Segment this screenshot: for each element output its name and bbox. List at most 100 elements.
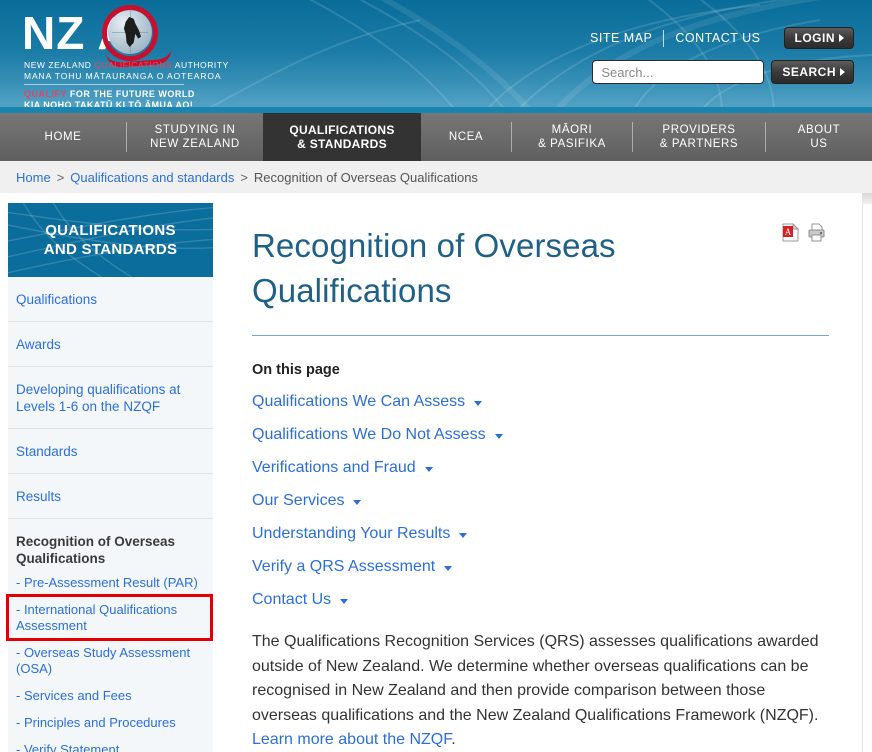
sidebar-item-results[interactable]: Results bbox=[8, 474, 213, 519]
sidebar-subitem-international-qualifications-assessment[interactable]: - International Qualifications Assessmen… bbox=[6, 594, 213, 641]
on-this-page-label: On this page bbox=[252, 362, 340, 378]
toc-link-qualifications-we-do-not-assess[interactable]: Qualifications We Do Not Assess bbox=[252, 426, 836, 444]
sidebar-subitem-principles-and-procedures[interactable]: - Principles and Procedures bbox=[8, 709, 213, 736]
print-icon[interactable] bbox=[808, 223, 825, 242]
contact-us-link[interactable]: CONTACT US bbox=[664, 31, 771, 45]
nav-label-line1: MĀORI bbox=[551, 124, 593, 136]
toc-label: Qualifications We Can Assess bbox=[252, 393, 466, 410]
logo-subtitle-pre: NEW ZEALAND bbox=[24, 60, 95, 70]
nav-label-line1: QUALIFICATIONS bbox=[289, 123, 395, 137]
nav-label-line2: & PASIFIKA bbox=[538, 138, 606, 150]
nav-label-line1: NCEA bbox=[448, 131, 484, 143]
toc-link-understanding-your-results[interactable]: Understanding Your Results bbox=[252, 525, 836, 543]
nav-label-line1: STUDYING IN bbox=[154, 124, 236, 136]
main-content: A Recognition of Overseas Qualifications… bbox=[222, 193, 872, 752]
header-utility-nav: SITE MAP CONTACT US LOGIN bbox=[579, 27, 854, 49]
nav-item-home[interactable]: HOME bbox=[0, 113, 126, 161]
logo-tagline-highlight: QUALIFY bbox=[24, 89, 67, 99]
login-button-label: LOGIN bbox=[794, 31, 835, 45]
sidebar-nav: Qualifications Awards Developing qualifi… bbox=[6, 277, 213, 752]
toc-link-verify-a-qrs-assessment[interactable]: Verify a QRS Assessment bbox=[252, 558, 836, 576]
main-navigation: HOME STUDYING IN NEW ZEALAND QUALIFICATI… bbox=[0, 113, 872, 161]
breadcrumb-current: Recognition of Overseas Qualifications bbox=[253, 169, 478, 185]
svg-text:A: A bbox=[785, 227, 792, 237]
nav-label-line1: PROVIDERS bbox=[662, 124, 736, 136]
breadcrumb-separator: > bbox=[240, 169, 248, 185]
toc-label: Verifications and Fraud bbox=[252, 459, 416, 476]
logo-subtitle-en: NEW ZEALAND QUALIFICATIONS AUTHORITY bbox=[24, 60, 229, 70]
sidebar-group-recognition-of-overseas-qualifications: Recognition of Overseas Qualifications bbox=[16, 534, 176, 566]
chevron-down-icon bbox=[494, 433, 503, 439]
toc-link-contact-us[interactable]: Contact Us bbox=[252, 591, 836, 609]
document-actions: A bbox=[782, 223, 825, 242]
search-button-label: SEARCH bbox=[782, 65, 836, 79]
logo-wordmark: NZ A bbox=[22, 5, 212, 69]
site-map-link[interactable]: SITE MAP bbox=[579, 31, 663, 45]
sidebar-subitem-services-and-fees[interactable]: - Services and Fees bbox=[8, 682, 213, 709]
toc-label: Qualifications We Do Not Assess bbox=[252, 426, 486, 443]
intro-paragraph: The Qualifications Recognition Services … bbox=[252, 630, 832, 752]
breadcrumb-separator: > bbox=[56, 169, 65, 185]
nav-item-maori-and-pasifika[interactable]: MĀORI & PASIFIKA bbox=[512, 113, 632, 161]
caret-right-icon bbox=[840, 68, 845, 76]
breadcrumb-link-section[interactable]: Qualifications and standards bbox=[70, 170, 234, 185]
site-header: NZ A NEW ZEALAND QUALIFICATIONS AUTHORIT… bbox=[0, 0, 872, 113]
nav-label-line2: & PARTNERS bbox=[659, 138, 739, 150]
login-button[interactable]: LOGIN bbox=[783, 27, 854, 49]
sidebar: QUALIFICATIONS AND STANDARDS Qualificati… bbox=[0, 193, 222, 752]
chevron-down-icon bbox=[340, 598, 349, 604]
chevron-down-icon bbox=[444, 565, 453, 571]
toc-label: Our Services bbox=[252, 492, 345, 509]
title-underline bbox=[252, 335, 829, 336]
pdf-icon[interactable]: A bbox=[782, 223, 799, 242]
nzqa-logo[interactable]: NZ A NEW ZEALAND QUALIFICATIONS AUTHORIT… bbox=[22, 5, 228, 110]
sidebar-header-title: QUALIFICATIONS AND STANDARDS bbox=[44, 221, 178, 259]
logo-tagline-rest: FOR THE FUTURE WORLD bbox=[66, 89, 195, 99]
sidebar-item-developing-qualifications[interactable]: Developing qualifications at Levels 1-6 … bbox=[8, 367, 213, 429]
sidebar-subitem-overseas-study-assessment[interactable]: - Overseas Study Assessment (OSA) bbox=[8, 639, 213, 682]
logo-subtitle-highlight: QUALIFICATIONS bbox=[94, 60, 173, 70]
chevron-down-icon bbox=[353, 499, 362, 505]
nav-item-ncea[interactable]: NCEA bbox=[421, 113, 511, 161]
intro-tail: . bbox=[451, 731, 456, 748]
sidebar-header-line1: QUALIFICATIONS bbox=[45, 222, 176, 239]
logo-subtitle-mi: MANA TOHU MĀTAURANGA O AOTEAROA bbox=[24, 71, 222, 81]
chevron-down-icon bbox=[424, 466, 433, 472]
nav-item-qualifications-and-standards[interactable]: QUALIFICATIONS & STANDARDS bbox=[263, 113, 421, 161]
sidebar-subitem-pre-assessment-result[interactable]: - Pre-Assessment Result (PAR) bbox=[8, 569, 213, 596]
toc-label: Contact Us bbox=[252, 591, 332, 608]
intro-text: The Qualifications Recognition Services … bbox=[252, 633, 819, 724]
sidebar-item-standards[interactable]: Standards bbox=[8, 429, 213, 474]
nav-label-line2: NEW ZEALAND bbox=[150, 138, 240, 150]
sidebar-header: QUALIFICATIONS AND STANDARDS bbox=[8, 203, 213, 277]
toc-link-verifications-and-fraud[interactable]: Verifications and Fraud bbox=[252, 459, 836, 477]
nav-item-studying-in-new-zealand[interactable]: STUDYING IN NEW ZEALAND bbox=[127, 113, 263, 161]
chevron-down-icon bbox=[459, 532, 468, 538]
caret-right-icon bbox=[839, 34, 844, 42]
toc-link-qualifications-we-can-assess[interactable]: Qualifications We Can Assess bbox=[252, 393, 836, 411]
sidebar-item-qualifications[interactable]: Qualifications bbox=[8, 277, 213, 322]
page-body: QUALIFICATIONS AND STANDARDS Qualificati… bbox=[0, 193, 872, 752]
logo-subtitle-post: AUTHORITY bbox=[172, 60, 229, 70]
nav-item-providers-and-partners[interactable]: PROVIDERS & PARTNERS bbox=[633, 113, 765, 161]
nav-label-line2: US bbox=[810, 138, 828, 150]
logo-divider bbox=[24, 84, 184, 85]
sidebar-item-awards[interactable]: Awards bbox=[8, 322, 213, 367]
nav-label-line2: & STANDARDS bbox=[297, 137, 387, 151]
page-title: Recognition of Overseas Qualifications bbox=[252, 227, 616, 309]
header-search: SEARCH bbox=[592, 60, 854, 84]
breadcrumb: Home > Qualifications and standards > Re… bbox=[0, 161, 872, 193]
toc-label: Understanding Your Results bbox=[252, 525, 451, 542]
toc-link-our-services[interactable]: Our Services bbox=[252, 492, 836, 510]
sidebar-header-line2: AND STANDARDS bbox=[43, 241, 178, 258]
nav-item-about-us[interactable]: ABOUT US bbox=[766, 113, 872, 161]
search-input[interactable] bbox=[592, 60, 765, 84]
breadcrumb-link-home[interactable]: Home bbox=[16, 170, 51, 185]
sidebar-subitem-verify-statement[interactable]: - Verify Statement bbox=[8, 736, 213, 752]
nav-label-line1: HOME bbox=[44, 131, 82, 143]
search-button[interactable]: SEARCH bbox=[771, 60, 854, 84]
toc-label: Verify a QRS Assessment bbox=[252, 558, 436, 575]
logo-tagline-en: QUALIFY FOR THE FUTURE WORLD bbox=[24, 89, 195, 99]
chevron-down-icon bbox=[474, 400, 483, 406]
learn-more-nzqf-link[interactable]: Learn more about the NZQF bbox=[252, 731, 451, 748]
